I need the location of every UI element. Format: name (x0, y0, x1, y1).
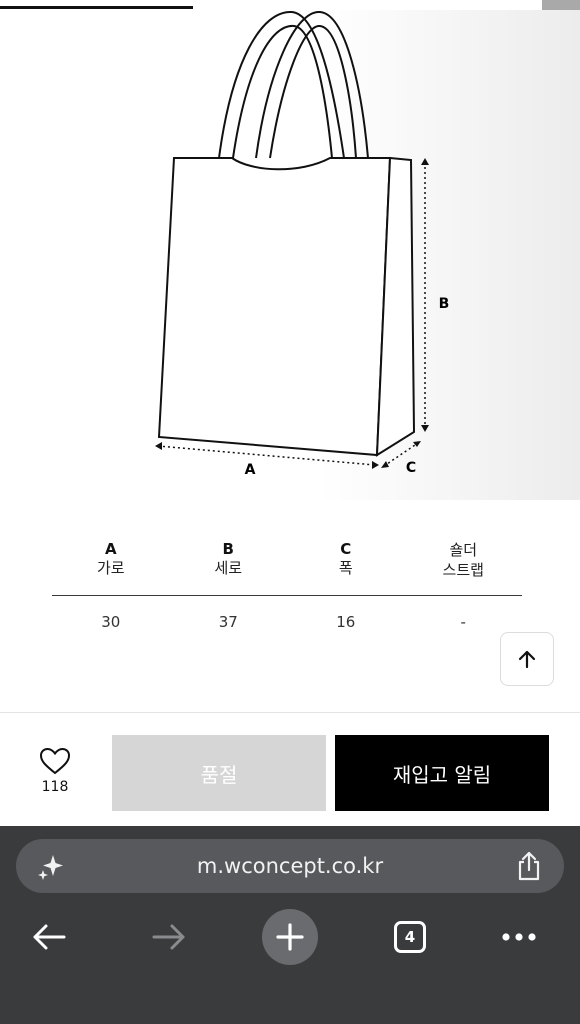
arrow-up-icon (518, 650, 536, 669)
dimension-label-a: A (245, 462, 256, 478)
plus-icon (276, 923, 304, 951)
size-header-label: 세로 (214, 559, 243, 577)
purchase-action-bar: 118 품절 재입고 알림 (0, 712, 580, 827)
new-tab-button[interactable] (259, 906, 321, 968)
size-table-header: A 가로 B 세로 C 폭 숄더 스트랩 (52, 540, 522, 596)
size-header-letter: C (340, 540, 352, 558)
size-table: A 가로 B 세로 C 폭 숄더 스트랩 30 37 16 - (52, 540, 522, 631)
size-header-depth: C 폭 (287, 540, 405, 595)
like-button[interactable]: 118 (22, 747, 88, 807)
size-value-height: 37 (218, 613, 238, 631)
scroll-to-top-button[interactable] (500, 632, 554, 686)
size-header-label-2: 스트랩 (442, 561, 484, 579)
size-header-label: 폭 (338, 559, 353, 577)
soldout-button[interactable]: 품절 (112, 735, 326, 811)
browser-toolbar: m.wconcept.co.kr 4 (0, 826, 580, 1024)
size-header-label: 가로 (96, 559, 125, 577)
back-arrow-icon (33, 924, 66, 950)
address-bar[interactable]: m.wconcept.co.kr (16, 839, 564, 893)
tabs-button[interactable]: 4 (379, 906, 441, 968)
size-value-strap: - (460, 613, 466, 631)
heart-icon (39, 747, 71, 775)
dimension-label-c: C (406, 460, 416, 476)
back-button[interactable] (18, 906, 80, 968)
bag-size-diagram: A B C (0, 10, 580, 500)
size-value-depth: 16 (336, 613, 356, 631)
share-icon[interactable] (514, 850, 544, 882)
forward-arrow-icon (152, 924, 185, 950)
forward-button[interactable] (138, 906, 200, 968)
size-header-label: 숄더 (449, 541, 478, 559)
size-header-letter: B (222, 540, 234, 558)
dimension-label-b: B (439, 296, 450, 312)
size-table-row: 30 37 16 - (52, 596, 522, 631)
size-header-height: B 세로 (170, 540, 288, 595)
size-header-strap: 숄더 스트랩 (405, 540, 523, 595)
browser-nav: 4 (0, 906, 580, 968)
plus-circle (262, 909, 318, 965)
more-button[interactable] (488, 906, 550, 968)
restock-alert-button[interactable]: 재입고 알림 (335, 735, 549, 811)
size-header-letter: A (104, 540, 117, 558)
tab-count: 4 (394, 921, 426, 953)
url-text: m.wconcept.co.kr (196, 854, 384, 878)
size-header-width: A 가로 (52, 540, 170, 595)
size-value-width: 30 (101, 613, 121, 631)
like-count: 118 (41, 779, 69, 795)
more-icon (502, 933, 536, 941)
